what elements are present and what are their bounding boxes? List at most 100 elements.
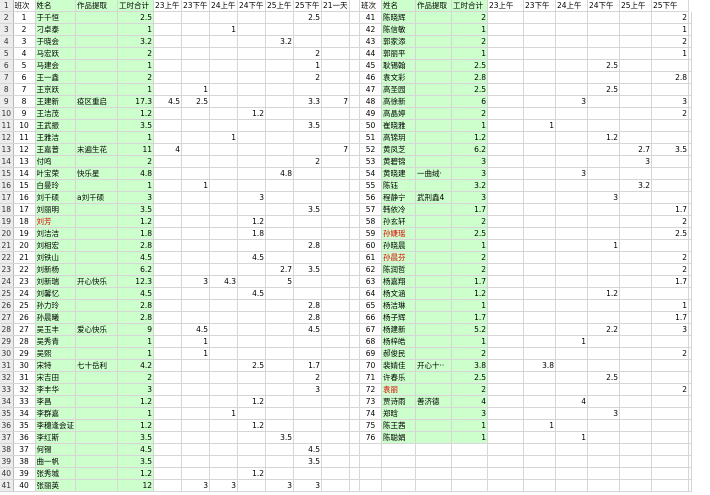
data-cell[interactable] bbox=[451, 443, 488, 456]
spacer-cell[interactable] bbox=[688, 407, 692, 420]
spacer-cell[interactable] bbox=[688, 35, 692, 48]
data-cell[interactable] bbox=[587, 119, 620, 132]
data-cell[interactable]: 1 bbox=[117, 131, 154, 144]
data-cell[interactable] bbox=[487, 131, 524, 144]
data-cell[interactable]: 1.2 bbox=[117, 467, 154, 480]
spacer-cell[interactable] bbox=[349, 47, 360, 60]
data-cell[interactable]: 末遍生花 bbox=[75, 143, 118, 156]
data-cell[interactable]: 44 bbox=[359, 47, 382, 60]
data-cell[interactable]: 4 bbox=[153, 143, 182, 156]
data-cell[interactable]: 2 bbox=[451, 107, 488, 120]
data-cell[interactable] bbox=[651, 431, 689, 444]
spacer-cell[interactable] bbox=[349, 443, 360, 456]
data-cell[interactable]: 1 bbox=[587, 239, 620, 252]
data-cell[interactable]: 28 bbox=[13, 335, 36, 348]
data-cell[interactable] bbox=[555, 131, 588, 144]
data-cell[interactable]: 3.5 bbox=[117, 203, 154, 216]
data-cell[interactable] bbox=[321, 335, 350, 348]
data-cell[interactable] bbox=[487, 215, 524, 228]
data-cell[interactable]: 3 bbox=[181, 479, 210, 492]
data-cell[interactable]: 2.8 bbox=[117, 239, 154, 252]
data-cell[interactable]: 1 bbox=[117, 23, 154, 36]
data-cell[interactable] bbox=[265, 407, 294, 420]
data-cell[interactable] bbox=[153, 107, 182, 120]
data-cell[interactable]: 40 bbox=[13, 479, 36, 492]
data-cell[interactable]: 51 bbox=[359, 131, 382, 144]
data-cell[interactable]: 2.5 bbox=[587, 371, 620, 384]
data-cell[interactable]: 8 bbox=[13, 95, 36, 108]
spacer-cell[interactable] bbox=[688, 299, 692, 312]
data-cell[interactable] bbox=[153, 455, 182, 468]
data-cell[interactable]: 2.5 bbox=[181, 95, 210, 108]
data-cell[interactable]: 5 bbox=[265, 275, 294, 288]
data-cell[interactable] bbox=[555, 443, 588, 456]
data-cell[interactable] bbox=[321, 275, 350, 288]
data-cell[interactable] bbox=[153, 347, 182, 360]
data-cell[interactable] bbox=[237, 407, 266, 420]
data-cell[interactable] bbox=[75, 131, 118, 144]
data-cell[interactable]: 1.2 bbox=[237, 107, 266, 120]
data-cell[interactable] bbox=[523, 167, 556, 180]
data-cell[interactable] bbox=[209, 371, 238, 384]
data-cell[interactable] bbox=[587, 35, 620, 48]
data-cell[interactable] bbox=[555, 359, 588, 372]
data-cell[interactable] bbox=[181, 239, 210, 252]
spacer-cell[interactable] bbox=[349, 383, 360, 396]
data-cell[interactable]: 59 bbox=[359, 227, 382, 240]
data-cell[interactable] bbox=[487, 323, 524, 336]
data-cell[interactable] bbox=[75, 371, 118, 384]
data-cell[interactable]: 3 bbox=[209, 479, 238, 492]
name-cell[interactable]: 黄晓建 bbox=[381, 167, 416, 180]
data-cell[interactable] bbox=[293, 23, 322, 36]
data-cell[interactable] bbox=[619, 419, 652, 432]
data-cell[interactable] bbox=[619, 275, 652, 288]
column-header[interactable]: 工时合计 bbox=[117, 0, 154, 12]
data-cell[interactable]: 1.2 bbox=[237, 215, 266, 228]
data-cell[interactable] bbox=[293, 335, 322, 348]
data-cell[interactable]: 6.2 bbox=[117, 263, 154, 276]
data-cell[interactable] bbox=[321, 179, 350, 192]
row-number[interactable]: 13 bbox=[0, 143, 14, 156]
data-cell[interactable] bbox=[487, 335, 524, 348]
data-cell[interactable]: 3.5 bbox=[117, 431, 154, 444]
spacer-cell[interactable] bbox=[688, 131, 692, 144]
data-cell[interactable] bbox=[619, 383, 652, 396]
row-number[interactable]: 2 bbox=[0, 11, 14, 24]
column-header[interactable]: 23上午 bbox=[153, 0, 182, 12]
data-cell[interactable]: 1 bbox=[117, 59, 154, 72]
data-cell[interactable] bbox=[523, 251, 556, 264]
data-cell[interactable] bbox=[209, 155, 238, 168]
data-cell[interactable]: 36 bbox=[13, 431, 36, 444]
data-cell[interactable] bbox=[651, 359, 689, 372]
data-cell[interactable] bbox=[75, 287, 118, 300]
data-cell[interactable] bbox=[265, 215, 294, 228]
data-cell[interactable]: 2 bbox=[451, 347, 488, 360]
data-cell[interactable] bbox=[321, 359, 350, 372]
name-cell[interactable]: 王武振 bbox=[35, 119, 76, 132]
data-cell[interactable] bbox=[651, 59, 689, 72]
data-cell[interactable]: 1.2 bbox=[117, 215, 154, 228]
data-cell[interactable] bbox=[523, 287, 556, 300]
data-cell[interactable] bbox=[359, 443, 382, 456]
data-cell[interactable]: 65 bbox=[359, 299, 382, 312]
data-cell[interactable]: 11 bbox=[117, 143, 154, 156]
spacer-cell[interactable] bbox=[349, 227, 360, 240]
data-cell[interactable] bbox=[587, 155, 620, 168]
data-cell[interactable] bbox=[237, 11, 266, 24]
data-cell[interactable] bbox=[555, 455, 588, 468]
spacer-cell[interactable] bbox=[349, 395, 360, 408]
data-cell[interactable]: 4.5 bbox=[181, 323, 210, 336]
data-cell[interactable] bbox=[237, 155, 266, 168]
data-cell[interactable] bbox=[415, 431, 452, 444]
data-cell[interactable] bbox=[321, 131, 350, 144]
data-cell[interactable]: 11 bbox=[13, 131, 36, 144]
name-cell[interactable]: 郑晗 bbox=[381, 407, 416, 420]
data-cell[interactable] bbox=[181, 287, 210, 300]
data-cell[interactable] bbox=[209, 347, 238, 360]
data-cell[interactable] bbox=[237, 323, 266, 336]
data-cell[interactable] bbox=[293, 191, 322, 204]
name-cell[interactable]: 李群嘉 bbox=[35, 407, 76, 420]
data-cell[interactable] bbox=[321, 107, 350, 120]
data-cell[interactable] bbox=[587, 95, 620, 108]
spacer-cell[interactable] bbox=[349, 467, 360, 480]
